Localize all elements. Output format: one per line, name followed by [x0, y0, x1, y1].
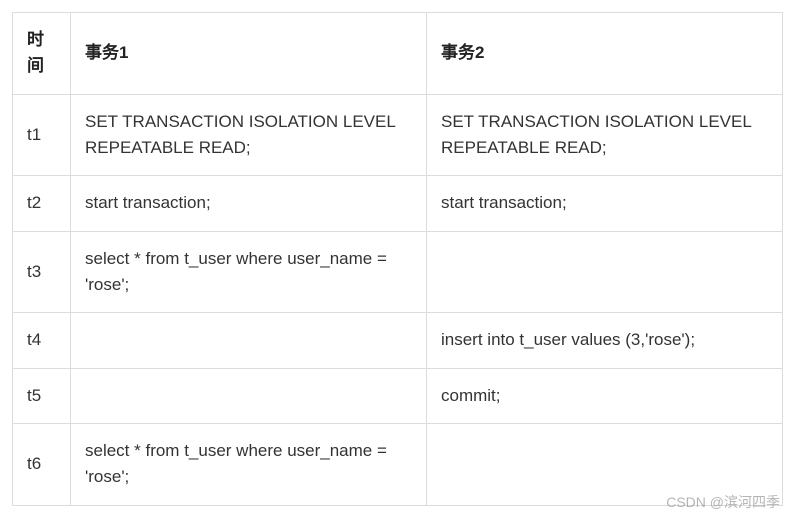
- header-tx1: 事务1: [71, 13, 427, 95]
- cell-time: t5: [13, 368, 71, 423]
- cell-tx2: [427, 424, 783, 506]
- table-row: t3 select * from t_user where user_name …: [13, 231, 783, 313]
- cell-tx1: SET TRANSACTION ISOLATION LEVEL REPEATAB…: [71, 94, 427, 176]
- transaction-table: 时间 事务1 事务2 t1 SET TRANSACTION ISOLATION …: [12, 12, 783, 506]
- cell-time: t3: [13, 231, 71, 313]
- cell-tx2: start transaction;: [427, 176, 783, 231]
- cell-time: t2: [13, 176, 71, 231]
- header-time: 时间: [13, 13, 71, 95]
- cell-time: t6: [13, 424, 71, 506]
- table-row: t6 select * from t_user where user_name …: [13, 424, 783, 506]
- cell-tx2: SET TRANSACTION ISOLATION LEVEL REPEATAB…: [427, 94, 783, 176]
- table-row: t1 SET TRANSACTION ISOLATION LEVEL REPEA…: [13, 94, 783, 176]
- cell-tx1: select * from t_user where user_name = '…: [71, 424, 427, 506]
- cell-tx1: select * from t_user where user_name = '…: [71, 231, 427, 313]
- cell-time: t1: [13, 94, 71, 176]
- table-row: t2 start transaction; start transaction;: [13, 176, 783, 231]
- cell-tx1: [71, 313, 427, 368]
- cell-tx1: [71, 368, 427, 423]
- table-row: t5 commit;: [13, 368, 783, 423]
- cell-tx1: start transaction;: [71, 176, 427, 231]
- table-row: t4 insert into t_user values (3,'rose');: [13, 313, 783, 368]
- cell-time: t4: [13, 313, 71, 368]
- header-tx2: 事务2: [427, 13, 783, 95]
- cell-tx2: [427, 231, 783, 313]
- table-header-row: 时间 事务1 事务2: [13, 13, 783, 95]
- cell-tx2: insert into t_user values (3,'rose');: [427, 313, 783, 368]
- cell-tx2: commit;: [427, 368, 783, 423]
